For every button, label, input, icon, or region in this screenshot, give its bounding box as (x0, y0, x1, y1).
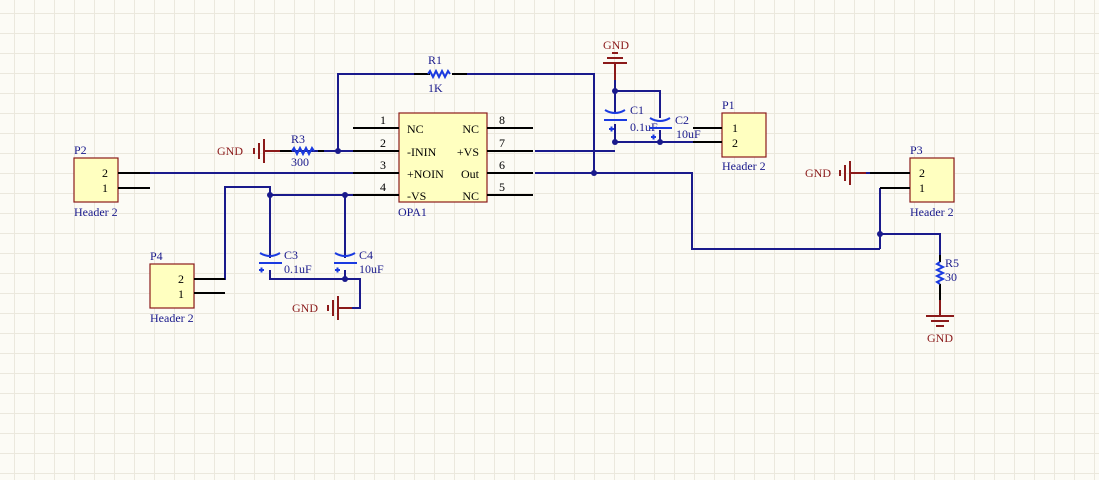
pin-name: NC (407, 122, 424, 136)
pin-number: 2 (919, 166, 925, 180)
gnd-port-p3[interactable]: GND (805, 161, 866, 185)
pin-number: 8 (499, 113, 505, 127)
header-p3[interactable]: 2 1 P3 Header 2 (870, 143, 955, 219)
pin-number: 2 (102, 166, 108, 180)
pin-number: 3 (380, 158, 386, 172)
pin-number: 1 (380, 113, 386, 127)
value: 30 (945, 270, 957, 284)
designator: C3 (284, 248, 298, 262)
pin-number: 2 (732, 136, 738, 150)
pin-number: 4 (380, 180, 386, 194)
pin-name: Out (461, 167, 480, 181)
designator: R5 (945, 256, 959, 270)
junction-dot (342, 276, 348, 282)
designator: C4 (359, 248, 373, 262)
resistor-r1[interactable]: R1 1K (414, 53, 467, 95)
value: 0.1uF (284, 262, 312, 276)
designator: C2 (675, 113, 689, 127)
junction-dot (335, 148, 341, 154)
designator: P2 (74, 143, 87, 157)
pin-number: 1 (919, 181, 925, 195)
designator: P1 (722, 98, 735, 112)
gnd-label: GND (217, 144, 243, 158)
schematic-canvas[interactable]: 1 2 3 4 8 7 6 5 NC -ININ +NOIN -VS NC +V… (0, 0, 1099, 480)
junction-dot (612, 139, 618, 145)
pin-name: -VS (407, 189, 426, 203)
pin-number: 2 (178, 272, 184, 286)
resistor-r5[interactable]: R5 30 (934, 255, 959, 300)
value: 300 (291, 155, 309, 169)
value: 10uF (359, 262, 384, 276)
pin-number: 1 (178, 287, 184, 301)
comment: Header 2 (74, 205, 118, 219)
designator: OPA1 (398, 205, 427, 219)
pin-number: 1 (102, 181, 108, 195)
designator: P3 (910, 143, 923, 157)
junction-dot (877, 231, 883, 237)
junction-dot (657, 139, 663, 145)
value: 1K (428, 81, 443, 95)
designator: R3 (291, 132, 305, 146)
pin-number: 2 (380, 136, 386, 150)
wires (150, 68, 941, 312)
gnd-label: GND (292, 301, 318, 315)
gnd-port-r5[interactable]: GND (926, 300, 954, 345)
gnd-port-c4[interactable]: GND (292, 296, 352, 320)
gnd-port-r3[interactable]: GND (217, 139, 280, 163)
designator: P4 (150, 249, 163, 263)
capacitor-c4[interactable]: C4 10uF (334, 248, 384, 276)
designator: C1 (630, 103, 644, 117)
comment: Header 2 (910, 205, 954, 219)
junction-dot (591, 170, 597, 176)
comment: Header 2 (722, 159, 766, 173)
header-p2[interactable]: 2 1 P2 Header 2 (73, 143, 150, 219)
opamp-opa1[interactable]: 1 2 3 4 8 7 6 5 NC -ININ +NOIN -VS NC +V… (353, 112, 533, 219)
capacitor-c3[interactable]: C3 0.1uF (259, 248, 312, 276)
value: 10uF (676, 127, 701, 141)
comment: Header 2 (150, 311, 194, 325)
header-p1[interactable]: 1 2 P1 Header 2 (693, 98, 767, 173)
junction-dot (342, 192, 348, 198)
pin-number: 6 (499, 158, 505, 172)
pin-number: 5 (499, 180, 505, 194)
schematic-sheet: 1 2 3 4 8 7 6 5 NC -ININ +NOIN -VS NC +V… (73, 38, 959, 345)
gnd-label: GND (603, 38, 629, 52)
gnd-label: GND (805, 166, 831, 180)
pin-number: 1 (732, 121, 738, 135)
pin-name: +VS (457, 145, 479, 159)
pin-number: 7 (499, 136, 505, 150)
header-p4[interactable]: 2 1 P4 Header 2 (149, 249, 225, 325)
designator: R1 (428, 53, 442, 67)
pin-name: NC (462, 122, 479, 136)
pin-name: NC (462, 189, 479, 203)
pin-name: -ININ (407, 145, 437, 159)
pin-name: +NOIN (407, 167, 444, 181)
junction-dot (267, 192, 273, 198)
gnd-label: GND (927, 331, 953, 345)
junction-dot (612, 88, 618, 94)
gnd-port-c1[interactable]: GND (603, 38, 629, 80)
